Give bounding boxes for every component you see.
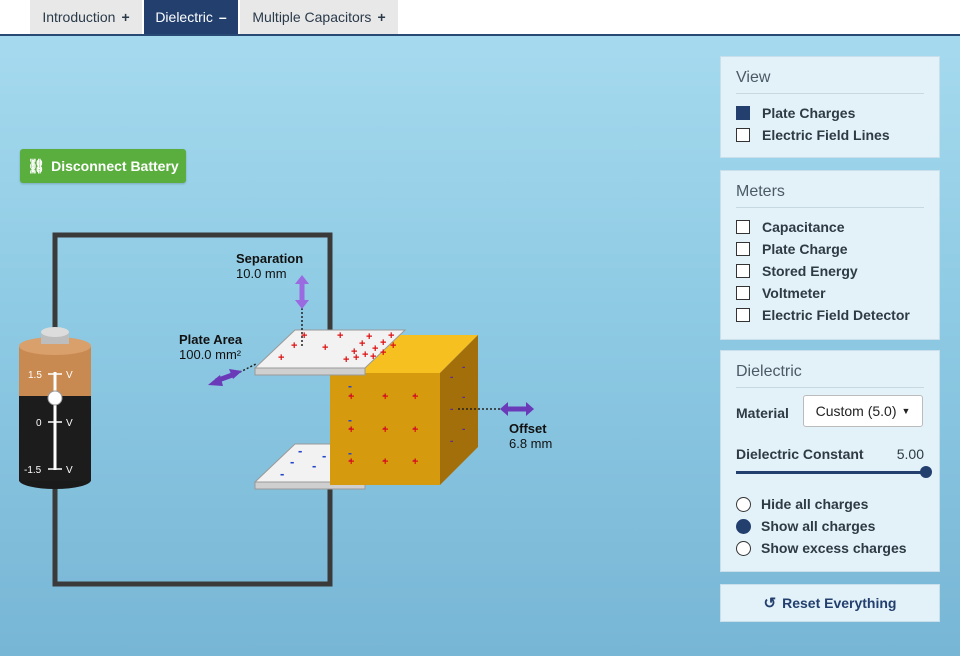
offset-label: Offset 6.8 mm [509, 421, 552, 451]
capacitance-checkbox[interactable]: Capacitance [736, 216, 924, 238]
checkbox-label: Voltmeter [762, 285, 826, 301]
caret-down-icon: ▼ [901, 406, 911, 416]
stored-energy-checkbox[interactable]: Stored Energy [736, 260, 924, 282]
svg-text:-: - [450, 436, 453, 447]
plate-area-drag-handle[interactable] [208, 369, 242, 386]
svg-text:+: + [412, 391, 418, 403]
plate-area-label: Plate Area 100.0 mm² [179, 332, 242, 362]
checkbox-label: Electric Field Lines [762, 127, 890, 143]
checkbox-box[interactable] [736, 128, 750, 142]
offset-title: Offset [509, 421, 547, 436]
dielectric-constant-label: Dielectric Constant [736, 446, 864, 462]
electric-field-detector-checkbox[interactable]: Electric Field Detector [736, 304, 924, 326]
svg-text:-: - [450, 404, 453, 415]
view-panel-title: View [736, 69, 924, 94]
svg-text:-: - [462, 424, 465, 435]
checkbox-label: Plate Charge [762, 241, 848, 257]
electric-field-lines-checkbox[interactable]: Electric Field Lines [736, 124, 924, 146]
svg-text:+: + [382, 391, 388, 403]
reset-icon: ↺ [763, 595, 777, 612]
separation-label: Separation 10.0 mm [236, 251, 303, 281]
svg-text:+: + [337, 330, 343, 342]
offset-value: 6.8 mm [509, 436, 553, 451]
radio-circle[interactable] [736, 518, 751, 534]
svg-text:-: - [348, 413, 352, 427]
radio-circle[interactable] [736, 496, 751, 512]
svg-text:+: + [412, 456, 418, 468]
svg-text:-: - [280, 466, 284, 481]
svg-text:+: + [382, 424, 388, 436]
svg-text:+: + [382, 456, 388, 468]
offset-drag-handle[interactable] [500, 402, 534, 416]
svg-text:+: + [366, 331, 372, 343]
plate-area-title: Plate Area [179, 332, 243, 347]
plate-charges-checkbox[interactable]: Plate Charges [736, 102, 924, 124]
view-panel: View Plate Charges Electric Field Lines [720, 56, 940, 158]
battery-tick-label: 1.5 [28, 370, 42, 381]
svg-text:-: - [322, 448, 326, 463]
separation-title: Separation [236, 251, 304, 266]
material-label: Material [736, 405, 789, 421]
show-excess-charges-radio[interactable]: Show excess charges [736, 537, 907, 559]
dielectric-constant-value: 5.00 [896, 446, 924, 462]
checkbox-label: Capacitance [762, 219, 845, 235]
checkbox-label: Electric Field Detector [762, 307, 910, 323]
checkbox-box[interactable] [736, 242, 750, 256]
svg-text:-: - [298, 443, 302, 458]
separation-value: 10.0 mm [236, 266, 287, 281]
svg-text:-: - [312, 458, 316, 473]
voltmeter-checkbox[interactable]: Voltmeter [736, 282, 924, 304]
svg-text:+: + [380, 347, 386, 359]
battery-voltage-slider-thumb[interactable] [47, 390, 63, 406]
battery-unit-label: V [66, 465, 73, 476]
radio-label: Show excess charges [761, 540, 907, 556]
svg-text:+: + [412, 424, 418, 436]
reset-everything-button[interactable]: ↺ Reset Everything [720, 584, 940, 622]
meters-panel: Meters Capacitance Plate Charge Stored E… [720, 170, 940, 340]
dielectric-panel: Dielectric Material Custom (5.0) ▼ Diele… [720, 350, 940, 572]
svg-text:-: - [450, 372, 453, 383]
svg-text:-: - [348, 379, 352, 393]
battery-unit-label: V [66, 370, 73, 381]
dielectric-constant-slider-track[interactable] [736, 466, 932, 478]
plate-area-value: 100.0 mm² [179, 347, 242, 362]
svg-text:+: + [291, 340, 297, 352]
checkbox-box[interactable] [736, 308, 750, 322]
svg-text:+: + [362, 349, 368, 361]
svg-text:+: + [353, 352, 359, 364]
reset-label: Reset Everything [782, 595, 897, 611]
show-all-charges-radio[interactable]: Show all charges [736, 515, 907, 537]
hide-all-charges-radio[interactable]: Hide all charges [736, 493, 907, 515]
plate-charge-checkbox[interactable]: Plate Charge [736, 238, 924, 260]
material-select-value: Custom (5.0) [815, 403, 897, 419]
battery-tick-label: 0 [36, 418, 42, 429]
checkbox-box[interactable] [736, 286, 750, 300]
dielectric-constant-slider-thumb[interactable] [920, 466, 932, 478]
svg-text:+: + [370, 351, 376, 363]
checkbox-box[interactable] [736, 106, 750, 120]
material-select[interactable]: Custom (5.0) ▼ [803, 395, 923, 427]
meters-panel-title: Meters [736, 183, 924, 208]
radio-label: Hide all charges [761, 496, 869, 512]
svg-text:-: - [290, 454, 294, 469]
battery-tick-label: -1.5 [24, 465, 42, 476]
svg-text:+: + [390, 340, 396, 352]
svg-text:+: + [322, 342, 328, 354]
dielectric-panel-title: Dielectric [736, 363, 924, 388]
battery-unit-label: V [66, 418, 73, 429]
svg-text:+: + [343, 354, 349, 366]
svg-text:-: - [462, 362, 465, 373]
svg-text:-: - [462, 392, 465, 403]
bottom-wire [52, 478, 333, 587]
svg-text:+: + [278, 352, 284, 364]
checkbox-label: Plate Charges [762, 105, 856, 121]
checkbox-box[interactable] [736, 264, 750, 278]
checkbox-label: Stored Energy [762, 263, 858, 279]
capacitor-scene: 1.5 0 -1.5 V V V - - - - - --- --- --- -… [19, 232, 534, 587]
radio-label: Show all charges [761, 518, 876, 534]
checkbox-box[interactable] [736, 220, 750, 234]
radio-circle[interactable] [736, 540, 751, 556]
svg-text:-: - [348, 446, 352, 460]
